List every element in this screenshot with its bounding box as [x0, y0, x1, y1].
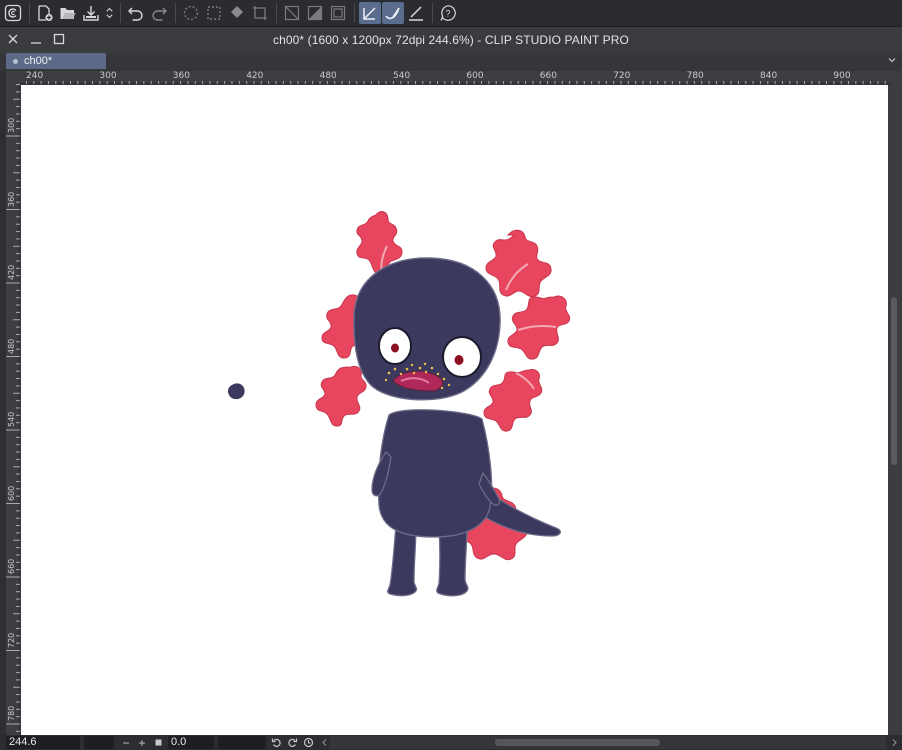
left-pupil	[391, 343, 399, 353]
ruler-label: 720	[7, 632, 16, 648]
vertical-scroll-thumb[interactable]	[891, 297, 897, 465]
ruler-label: 540	[7, 411, 16, 427]
new-canvas-icon[interactable]	[34, 2, 56, 24]
drawing-canvas[interactable]	[21, 85, 888, 735]
toolbar-separator	[120, 3, 121, 23]
zoom-slider[interactable]	[84, 736, 114, 749]
ruler-label: 420	[7, 264, 16, 280]
ruler-label: 240	[26, 71, 44, 81]
selection-dashed-icon[interactable]	[180, 2, 202, 24]
export-icon[interactable]	[80, 2, 102, 24]
document-tab-bar: ch00*	[0, 53, 902, 71]
gill-right-mid	[507, 295, 571, 360]
window-title: ch00* (1600 x 1200px 72dpi 244.6%) - CLI…	[273, 33, 629, 47]
ruler-label: 600	[7, 485, 16, 501]
ruler-label: 840	[760, 71, 778, 81]
help-icon[interactable]: ?	[437, 2, 459, 24]
vertical-scrollbar[interactable]	[888, 85, 902, 735]
ruler-label: 720	[613, 71, 631, 81]
redo-icon[interactable]	[148, 2, 170, 24]
toolbar-separator	[276, 3, 277, 23]
stray-paint-dot	[228, 383, 245, 400]
ruler-label: 660	[539, 71, 557, 81]
fill-icon[interactable]	[226, 2, 248, 24]
zoom-out-button[interactable]: −	[118, 736, 134, 750]
command-toolbar: ?	[0, 0, 902, 27]
rotate-left-icon[interactable]	[268, 736, 284, 749]
fit-view-icon[interactable]	[150, 736, 166, 749]
gill-right-top	[485, 229, 552, 298]
deselect-icon[interactable]	[203, 2, 225, 24]
ruler-label: 780	[686, 71, 704, 81]
open-folder-icon[interactable]	[57, 2, 79, 24]
horizontal-ruler: 240 300 360 420 480 540 600 660 720 780 840 900	[20, 71, 892, 84]
clear-icon[interactable]	[281, 2, 303, 24]
ruler-label: 300	[99, 71, 117, 81]
svg-text:?: ?	[445, 9, 450, 19]
ruler-label: 660	[7, 558, 16, 574]
chevron-updown-icon[interactable]	[103, 2, 115, 24]
ruler-label: 360	[172, 71, 190, 81]
ruler-pen-icon[interactable]	[405, 2, 427, 24]
axolotl-illustration	[228, 211, 571, 597]
gill-right-bottom	[483, 369, 543, 432]
ruler-label: 360	[7, 191, 16, 207]
gill-left-bottom	[315, 366, 367, 427]
body	[377, 409, 493, 538]
rotation-slider[interactable]	[218, 736, 266, 749]
vertical-ruler: 300 360 420 480 540 600 660 720 780	[6, 84, 20, 735]
horizontal-scrollbar[interactable]	[330, 736, 886, 749]
toolbar-separator	[175, 3, 176, 23]
horizontal-scroll-thumb[interactable]	[495, 739, 660, 746]
ruler-label: 600	[466, 71, 484, 81]
invert-fill-icon[interactable]	[304, 2, 326, 24]
toolbar-separator	[432, 3, 433, 23]
ruler-label: 300	[7, 117, 16, 133]
zoom-in-button[interactable]: +	[134, 736, 150, 750]
toolbar-separator	[354, 3, 355, 23]
title-bar: ch00* (1600 x 1200px 72dpi 244.6%) - CLI…	[0, 27, 902, 53]
ruler-label: 420	[246, 71, 264, 81]
toolbar-separator	[29, 3, 30, 23]
ruler-label: 480	[319, 71, 337, 81]
clip-studio-icon[interactable]	[2, 2, 24, 24]
ruler-label: 900	[833, 71, 851, 81]
undo-icon[interactable]	[125, 2, 147, 24]
ruler-label: 480	[7, 338, 16, 354]
ruler-label: 540	[393, 71, 411, 81]
pen-stabilizer-icon[interactable]	[359, 2, 381, 24]
ruler-label: 780	[7, 705, 16, 721]
right-pupil	[454, 355, 464, 365]
reset-rotation-icon[interactable]	[300, 736, 316, 749]
rotation-field[interactable]: 0.0	[168, 736, 214, 749]
ruler-corner	[6, 71, 20, 84]
scroll-right-icon[interactable]	[886, 736, 902, 749]
app-window: ? ch00* (1600 x 1200px 72dpi 244.6%) - C…	[0, 0, 902, 750]
status-bar: 244.6 − + 0.0	[0, 735, 902, 750]
zoom-field[interactable]: 244.6	[6, 736, 80, 749]
chevron-down-icon[interactable]	[887, 55, 897, 65]
tab-ch00[interactable]: ch00*	[6, 53, 106, 69]
brush-curve-icon[interactable]	[382, 2, 404, 24]
border-icon[interactable]	[327, 2, 349, 24]
tab-status-dot	[13, 58, 18, 64]
tab-label: ch00*	[24, 55, 53, 67]
rotate-right-icon[interactable]	[284, 736, 300, 749]
transform-icon[interactable]	[249, 2, 271, 24]
